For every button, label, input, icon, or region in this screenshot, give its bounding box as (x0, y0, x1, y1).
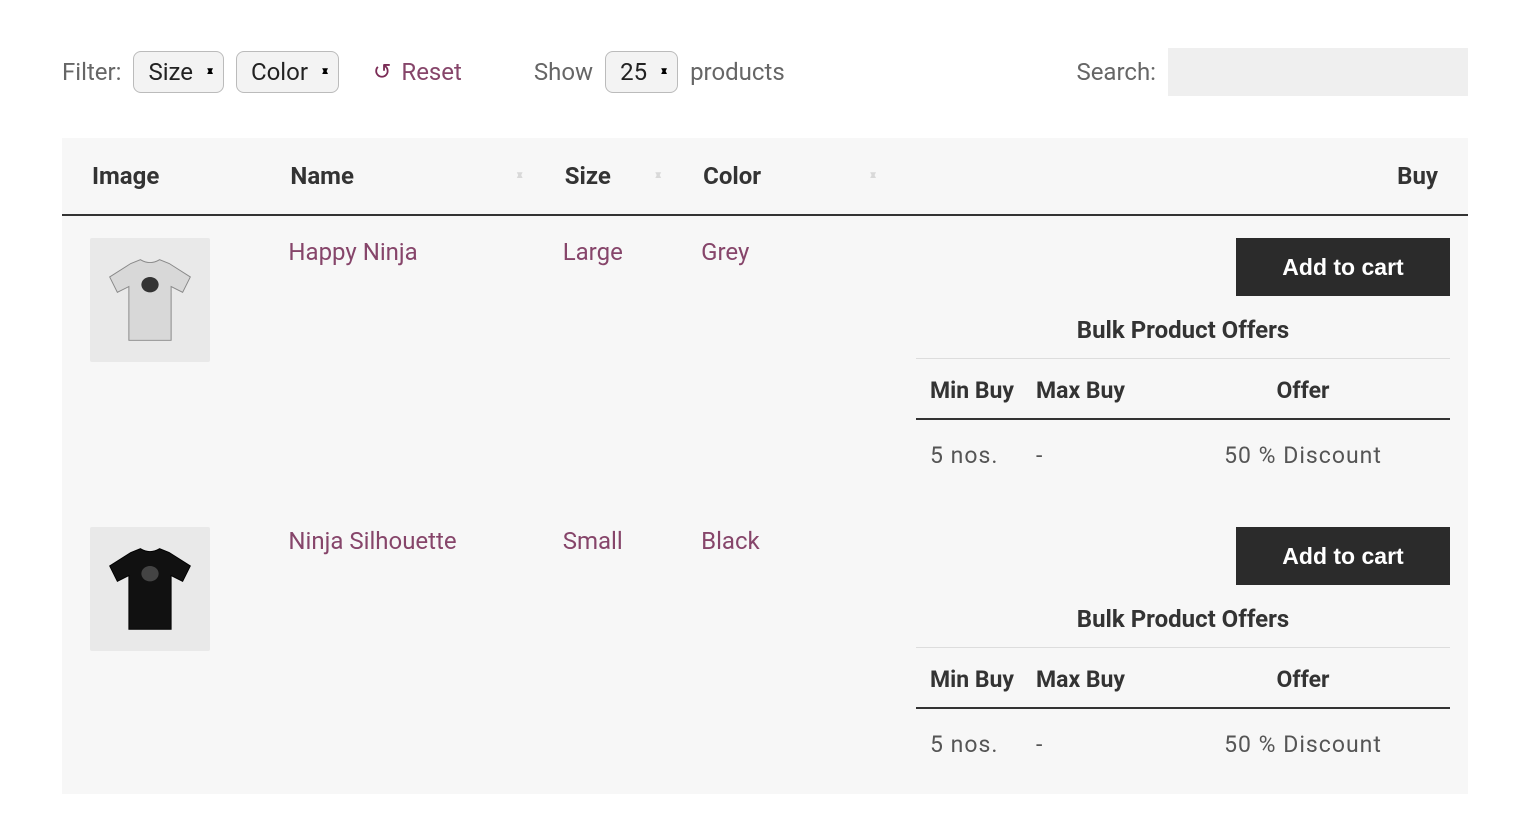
product-color-cell: Black (673, 505, 888, 794)
col-buy: Buy (888, 138, 1468, 215)
col-name[interactable]: Name▲▼ (260, 138, 534, 215)
color-filter-select[interactable]: Color ▲▼ (236, 51, 339, 93)
col-color[interactable]: Color▲▼ (673, 138, 888, 215)
bulk-offers-header: Min BuyMax BuyOffer (916, 359, 1450, 420)
product-name-cell: Ninja Silhouette (260, 505, 534, 794)
product-size-cell: Large (535, 215, 673, 505)
col-offer: Offer (1156, 666, 1450, 693)
product-color: Grey (701, 238, 749, 266)
show-group: Show 25 ▲▼ products (534, 51, 785, 93)
show-count-select[interactable]: 25 ▲▼ (605, 51, 678, 93)
product-color-cell: Grey (673, 215, 888, 505)
col-image: Image (62, 138, 260, 215)
search-input[interactable] (1168, 48, 1468, 96)
product-buy-cell: Add to cartBulk Product OffersMin BuyMax… (888, 215, 1468, 505)
product-name-cell: Happy Ninja (260, 215, 534, 505)
bulk-offers-title: Bulk Product Offers (916, 314, 1450, 359)
offer-max: - (1036, 442, 1156, 469)
size-filter-value: Size (148, 58, 193, 86)
show-suffix: products (690, 58, 785, 86)
undo-icon: ↺ (373, 60, 391, 85)
product-table: Image Name▲▼ Size▲▼ Color▲▼ Buy Happy Ni… (62, 138, 1468, 794)
product-table-page: Filter: Size ▲▼ Color ▲▼ ↺ Reset Show 25… (0, 0, 1530, 814)
offer-min: 5 nos. (916, 731, 1036, 758)
size-filter-select[interactable]: Size ▲▼ (133, 51, 224, 93)
product-name-link[interactable]: Ninja Silhouette (288, 527, 456, 555)
col-size[interactable]: Size▲▼ (535, 138, 673, 215)
color-filter-value: Color (251, 58, 308, 86)
product-thumbnail[interactable] (90, 527, 210, 651)
search-label: Search: (1076, 58, 1156, 86)
product-color: Black (701, 527, 760, 555)
product-image-cell (62, 505, 260, 794)
bulk-offers-panel: Bulk Product OffersMin BuyMax BuyOffer5 … (916, 603, 1450, 764)
product-size: Small (563, 527, 623, 555)
show-label: Show (534, 58, 593, 86)
reset-button[interactable]: ↺ Reset (373, 58, 462, 86)
product-size: Large (563, 238, 623, 266)
col-max-buy: Max Buy (1036, 666, 1156, 693)
bulk-offers-row: 5 nos.-50 % Discount (916, 709, 1450, 764)
table-row: Happy Ninja Large Grey Add to cart Bulk Prod… (62, 215, 1468, 505)
bulk-offers-row: 5 nos.-50 % Discount (916, 420, 1450, 475)
col-max-buy: Max Buy (1036, 377, 1156, 404)
add-to-cart-button[interactable]: Add to cart (1236, 527, 1450, 585)
col-min-buy: Min Buy (916, 377, 1036, 404)
product-buy-cell: Add to cartBulk Product OffersMin BuyMax… (888, 505, 1468, 794)
product-image-cell (62, 215, 260, 505)
search-group: Search: (1076, 48, 1468, 96)
bulk-offers-panel: Bulk Product OffersMin BuyMax BuyOffer5 … (916, 314, 1450, 475)
col-min-buy: Min Buy (916, 666, 1036, 693)
offer-value: 50 % Discount (1156, 442, 1450, 469)
bulk-offers-header: Min BuyMax BuyOffer (916, 648, 1450, 709)
product-name-link[interactable]: Happy Ninja (288, 238, 417, 266)
product-thumbnail[interactable] (90, 238, 210, 362)
col-offer: Offer (1156, 377, 1450, 404)
table-row: Ninja Silhouette Small Black Add to cart Bul… (62, 505, 1468, 794)
offer-max: - (1036, 731, 1156, 758)
product-size-cell: Small (535, 505, 673, 794)
show-count-value: 25 (620, 58, 647, 86)
bulk-offers-title: Bulk Product Offers (916, 603, 1450, 648)
add-to-cart-button[interactable]: Add to cart (1236, 238, 1450, 296)
offer-min: 5 nos. (916, 442, 1036, 469)
reset-label: Reset (401, 58, 461, 86)
filter-label: Filter: (62, 58, 121, 86)
offer-value: 50 % Discount (1156, 731, 1450, 758)
filter-bar: Filter: Size ▲▼ Color ▲▼ ↺ Reset Show 25… (62, 48, 1468, 96)
